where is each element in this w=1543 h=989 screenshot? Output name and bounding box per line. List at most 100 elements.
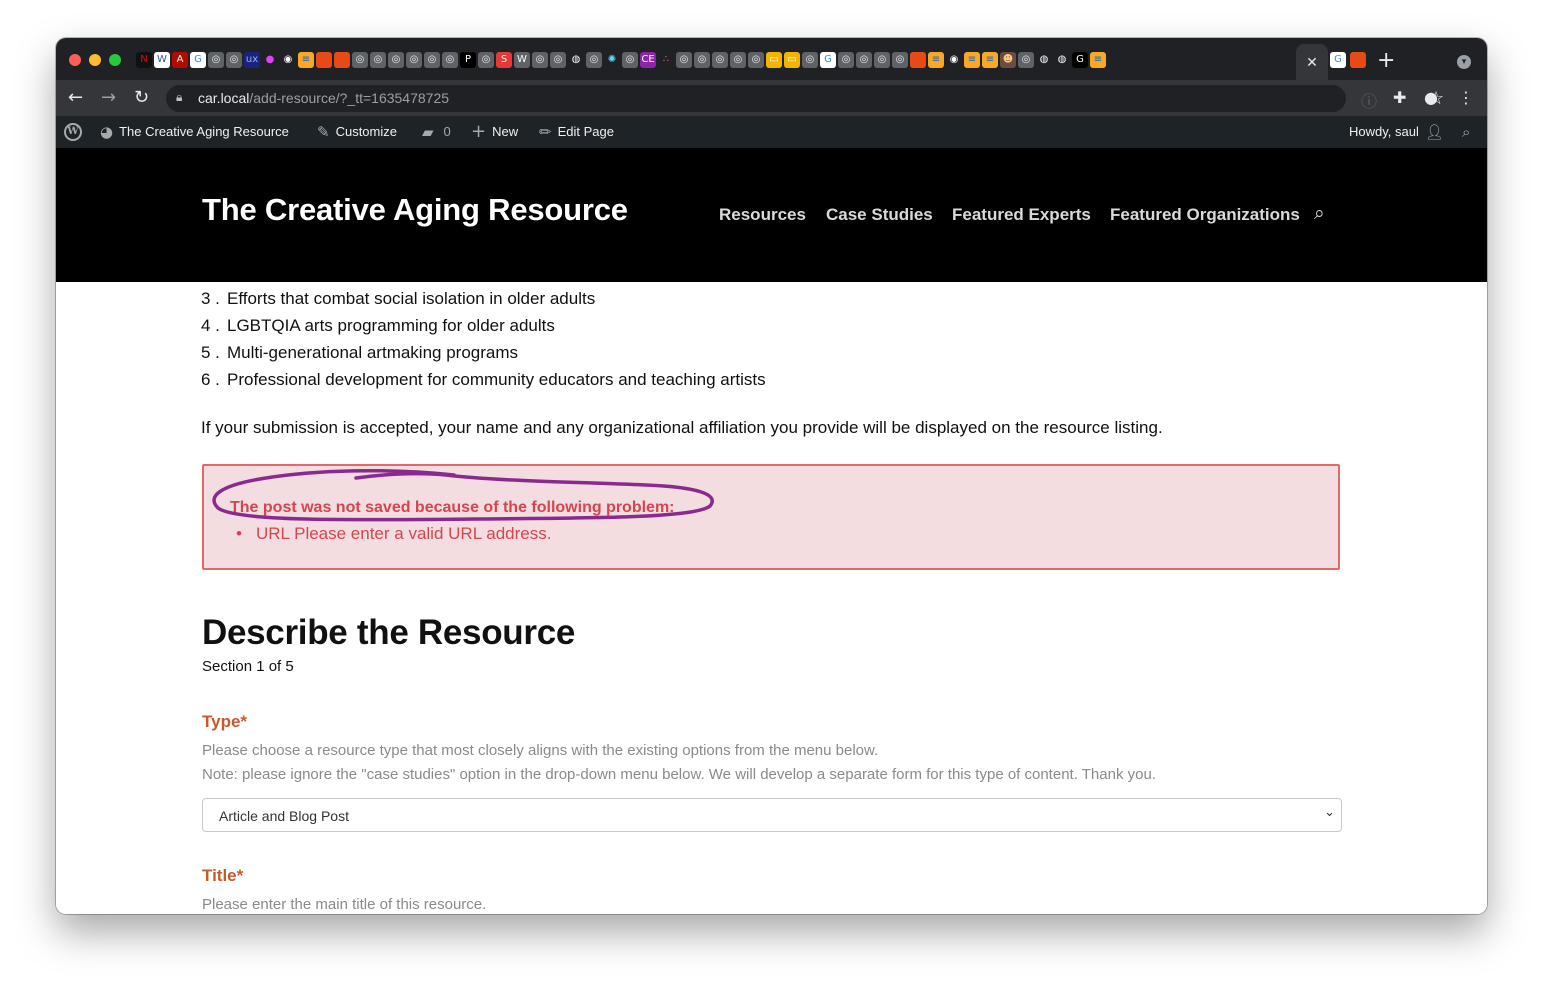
netflix-icon[interactable]: N [136, 52, 152, 68]
required-marker: * [236, 866, 244, 885]
address-bar[interactable]: 🔒︎ car.local/add-resource/?_tt=163547872… [166, 85, 1444, 112]
globe-icon[interactable]: ◎ [586, 52, 602, 68]
globe-icon[interactable]: ◎ [478, 52, 494, 68]
slides-icon[interactable]: ▭ [784, 52, 800, 68]
globe-icon[interactable]: ◎ [370, 52, 386, 68]
close-window-button[interactable] [69, 54, 81, 66]
search-icon: ⌕ [1462, 123, 1471, 141]
kebab-menu-icon[interactable]: ⋮ [1458, 88, 1474, 107]
globe-icon[interactable]: ◎ [676, 52, 692, 68]
stack-icon[interactable]: ≡ [928, 52, 944, 68]
stack-icon[interactable]: ≡ [964, 52, 980, 68]
wp-logo-menu[interactable]: W [64, 116, 82, 148]
admin-account[interactable]: Howdy, saul 👤︎ [1349, 116, 1444, 148]
globe-icon[interactable]: ◎ [388, 52, 404, 68]
google-icon[interactable]: G [190, 52, 206, 68]
tp-icon[interactable]: P [460, 52, 476, 68]
page-content: 3 . Efforts that combat social isolation … [56, 282, 1487, 914]
word-icon[interactable]: W [154, 52, 170, 68]
react-icon[interactable]: ✺ [604, 52, 620, 68]
extensions-puzzle-icon[interactable]: ✚ [1393, 88, 1406, 107]
globe-icon[interactable]: ◎ [226, 52, 242, 68]
globe-icon[interactable]: ◎ [532, 52, 548, 68]
profile-icon[interactable]: ● [1424, 88, 1438, 107]
nav-search-icon[interactable]: ⌕ [1314, 202, 1325, 224]
bookmark-icon[interactable]: ■ [316, 52, 332, 68]
globe-icon[interactable]: ◎ [712, 52, 728, 68]
globe-icon[interactable]: ◎ [352, 52, 368, 68]
elephant-icon[interactable]: ◍ [1054, 52, 1070, 68]
globe-icon[interactable]: ◎ [208, 52, 224, 68]
bookmark-icon[interactable]: ■ [1350, 52, 1366, 68]
user-avatar-icon: 👤︎ [1424, 123, 1444, 141]
type-select[interactable]: Article and Blog Post ⌄ [202, 798, 1342, 832]
url-text[interactable]: car.local/add-resource/?_tt=1635478725 [198, 90, 449, 106]
globe-icon[interactable]: ◎ [406, 52, 422, 68]
globe-icon[interactable]: ◎ [550, 52, 566, 68]
globe-icon[interactable]: ◎ [748, 52, 764, 68]
close-tab-icon[interactable]: ✕ [1306, 55, 1318, 71]
s-icon[interactable]: S [496, 52, 512, 68]
maximize-window-button[interactable] [109, 54, 121, 66]
globe-icon[interactable]: ◎ [874, 52, 890, 68]
asana-icon[interactable]: ∴ [658, 52, 674, 68]
stack-icon[interactable]: ≡ [1090, 52, 1106, 68]
error-notice: The post was not saved because of the fo… [202, 464, 1340, 570]
error-title: The post was not saved because of the fo… [230, 499, 675, 516]
wordpress-icon[interactable]: W [514, 52, 530, 68]
avatar-icon[interactable]: ☻ [1000, 52, 1016, 68]
globe-icon[interactable]: ◎ [424, 52, 440, 68]
back-arrow-icon[interactable]: ← [68, 86, 83, 110]
nav-featured-organizations[interactable]: Featured Organizations [1110, 205, 1300, 225]
color-wheel-icon[interactable]: ● [262, 52, 278, 68]
globe-icon[interactable]: ◎ [730, 52, 746, 68]
github-icon[interactable]: ◉ [946, 52, 962, 68]
forward-arrow-icon[interactable]: → [101, 86, 116, 110]
globe-icon[interactable]: ◎ [838, 52, 854, 68]
tab-search-icon[interactable]: ▾ [1457, 55, 1471, 69]
active-tab[interactable]: ✕ [1296, 44, 1328, 80]
globe-icon[interactable]: ◎ [856, 52, 872, 68]
ux-icon[interactable]: ux [244, 52, 260, 68]
globe-icon[interactable]: ◎ [802, 52, 818, 68]
reload-icon[interactable]: ↻ [134, 86, 149, 110]
github-icon[interactable]: ◉ [280, 52, 296, 68]
admin-comments[interactable]: ▰ 0 [422, 116, 451, 148]
lock-icon[interactable]: 🔒︎ [176, 90, 182, 105]
acrobat-icon[interactable]: A [172, 52, 188, 68]
new-tab-button[interactable]: + [1377, 48, 1395, 73]
type-help-text: Please choose a resource type that most … [202, 742, 879, 759]
ce-icon[interactable]: CE [640, 52, 656, 68]
globe-icon[interactable]: ◎ [892, 52, 908, 68]
globe-icon[interactable]: ◎ [442, 52, 458, 68]
g-icon[interactable]: G [1072, 52, 1088, 68]
bookmark-icon[interactable]: ■ [334, 52, 350, 68]
admin-new[interactable]: + New [471, 116, 518, 148]
admin-customize-label: Customize [335, 124, 397, 139]
google-icon[interactable]: G [820, 52, 836, 68]
globe-icon[interactable]: ◎ [694, 52, 710, 68]
elephant-icon[interactable]: ◍ [568, 52, 584, 68]
admin-search[interactable]: ⌕ [1462, 116, 1470, 148]
google-icon[interactable]: G [1330, 52, 1346, 68]
bookmark-icon[interactable]: ■ [910, 52, 926, 68]
elephant-icon[interactable]: ◍ [1036, 52, 1052, 68]
paintbrush-icon: ✎ [317, 123, 330, 141]
howdy-label: Howdy, saul [1349, 124, 1419, 139]
slides-icon[interactable]: ▭ [766, 52, 782, 68]
nav-case-studies[interactable]: Case Studies [826, 205, 933, 225]
admin-customize[interactable]: ✎ Customize [317, 116, 397, 148]
nav-featured-experts[interactable]: Featured Experts [952, 205, 1091, 225]
admin-edit-page[interactable]: ✏ Edit Page [539, 116, 614, 148]
site-title[interactable]: The Creative Aging Resource [202, 192, 628, 228]
stack-icon[interactable]: ≡ [982, 52, 998, 68]
nav-resources[interactable]: Resources [719, 205, 806, 225]
stack-icon[interactable]: ≡ [298, 52, 314, 68]
globe-icon[interactable]: ◎ [1018, 52, 1034, 68]
plus-icon: + [471, 121, 487, 142]
info-icon[interactable]: ⓘ [1361, 88, 1377, 112]
minimize-window-button[interactable] [89, 54, 101, 66]
admin-site-name[interactable]: ◕ The Creative Aging Resource [100, 116, 289, 148]
globe-icon[interactable]: ◎ [622, 52, 638, 68]
wordpress-logo-icon: W [64, 123, 82, 141]
